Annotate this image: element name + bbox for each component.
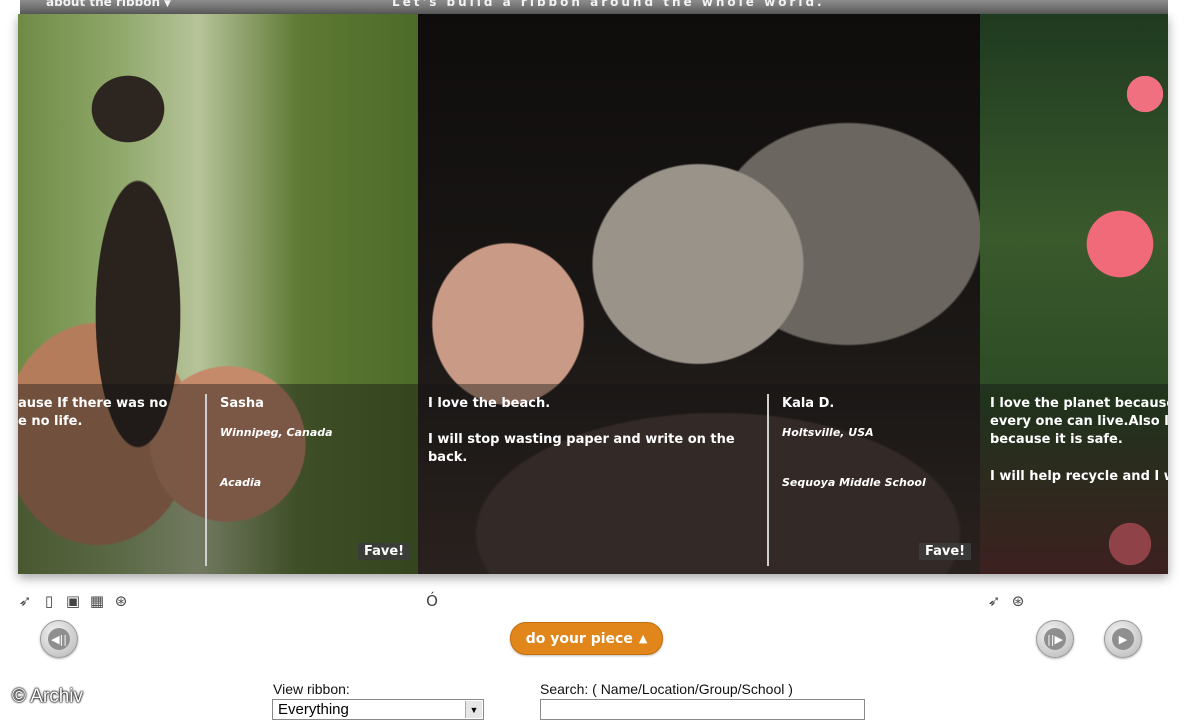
center-icon-bar: Ó [423,592,441,612]
ribbon-viewer[interactable]: ause If there was no e no life. Sasha Wi… [18,14,1168,574]
left-icon-bar: ➶ ▯ ▣ ▦ ⊛ [16,592,130,612]
arrow-up-icon: ▲ [638,632,648,645]
view-ribbon-select[interactable]: Everything ▼ [272,699,484,720]
panel3-text-2: I will help recycle and I w [990,469,1168,484]
panel2-group: Sequoya Middle School [782,476,926,489]
fast-forward-icon: ||▶ [1044,628,1066,650]
panel1-partial-text-1: ause If there was no [18,396,168,411]
play-icon: ▶ [1112,628,1134,650]
panel2-text-1: I love the beach. [428,396,551,411]
about-ribbon-label: about the ribbon [46,0,160,9]
credit-watermark: © Archiv [12,686,84,707]
document-icon[interactable]: ▯ [40,592,58,610]
previous-button[interactable]: ◀|| [40,620,78,658]
film-icon[interactable]: ▦ [88,592,106,610]
right-icon-bar: ➶ ⊛ [985,592,1027,612]
apple-icon[interactable]: Ó [423,592,441,610]
rocket-icon[interactable]: ➶ [16,592,34,610]
globe-icon[interactable]: ⊛ [1009,592,1027,610]
rocket-icon[interactable]: ➶ [985,592,1003,610]
panel2-name: Kala D. [782,396,835,411]
view-ribbon-label: View ribbon: [273,681,350,697]
panel2-location: Holtsville, USA [782,426,874,439]
fave-button[interactable]: Fave! [919,543,972,560]
panel2-text-2: I will stop wasting paper and write on t… [428,432,735,465]
view-ribbon-value: Everything [278,701,349,718]
do-your-piece-label: do your piece [525,630,633,647]
top-bar: about the ribbon ▼ Let's build a ribbon a… [20,0,1168,14]
play-button[interactable]: ▶ [1104,620,1142,658]
about-ribbon-menu[interactable]: about the ribbon ▼ [46,0,171,9]
panel1-divider [205,394,207,566]
panel1-group: Acadia [220,476,262,489]
fast-forward-button[interactable]: ||▶ [1036,620,1074,658]
screen-icon[interactable]: ▣ [64,592,82,610]
panel3-text-1: I love the planet because every one can … [990,396,1168,447]
dropdown-arrow-icon[interactable]: ▼ [465,701,482,718]
panel1-name: Sasha [220,396,264,411]
previous-icon: ◀|| [48,628,70,650]
tagline: Let's build a ribbon around the whole wo… [392,0,825,9]
fave-button[interactable]: Fave! [358,543,411,560]
panel1-location: Winnipeg, Canada [220,426,333,439]
panel1-partial-text-2: e no life. [18,414,83,429]
caret-down-icon: ▼ [163,0,171,9]
search-label: Search: ( Name/Location/Group/School ) [540,681,793,697]
search-input[interactable] [540,699,865,720]
panel2-divider [767,394,769,566]
do-your-piece-button[interactable]: do your piece ▲ [510,622,663,655]
globe-icon[interactable]: ⊛ [112,592,130,610]
